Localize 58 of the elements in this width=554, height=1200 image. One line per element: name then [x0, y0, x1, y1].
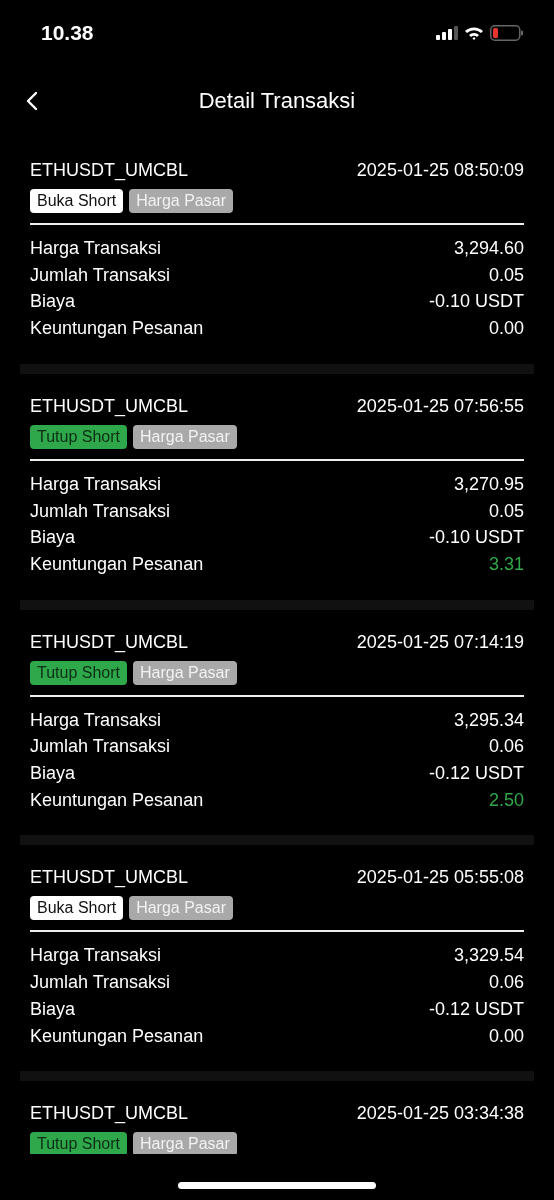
field-value: -0.12 USDT	[428, 762, 524, 786]
field-label: Biaya	[30, 997, 76, 1021]
symbol-label: ETHUSDT_UMCBL	[30, 395, 189, 417]
timestamp: 2025-01-25 05:55:08	[356, 867, 524, 889]
field-label: Keuntungan Pesanan	[30, 788, 204, 812]
field-value: -0.12 USDT	[428, 997, 524, 1021]
field-label: Jumlah Transaksi	[30, 735, 171, 759]
battery-icon	[490, 25, 524, 41]
field-value: 0.05	[488, 499, 524, 523]
page-title: Detail Transaksi	[198, 88, 356, 114]
order-type-tag: Harga Pasar	[133, 660, 237, 685]
order-type-tag: Harga Pasar	[133, 424, 237, 449]
field-label: Biaya	[30, 526, 76, 550]
symbol-label: ETHUSDT_UMCBL	[30, 160, 189, 181]
field-value: 3.31	[488, 552, 524, 576]
symbol-label: ETHUSDT_UMCBL	[30, 867, 189, 889]
status-time: 10.38	[41, 21, 94, 45]
field-label: Harga Transaksi	[30, 944, 162, 968]
field-value: 0.00	[488, 317, 524, 341]
side-tag: Tutup Short	[30, 1132, 127, 1154]
field-label: Biaya	[30, 290, 76, 314]
field-label: Keuntungan Pesanan	[30, 317, 204, 341]
field-label: Harga Transaksi	[30, 708, 162, 732]
field-label: Jumlah Transaksi	[30, 971, 171, 995]
wifi-icon	[464, 25, 484, 41]
side-tag: Buka Short	[30, 189, 124, 213]
timestamp: 2025-01-25 07:56:55	[356, 395, 524, 417]
timestamp: 2025-01-25 08:50:09	[356, 160, 524, 181]
field-value: 3,294.60	[453, 237, 524, 260]
side-tag: Tutup Short	[30, 424, 127, 449]
field-value: 0.05	[488, 263, 524, 287]
symbol-label: ETHUSDT_UMCBL	[30, 631, 189, 653]
field-label: Jumlah Transaksi	[30, 499, 171, 523]
field-value: 2.50	[488, 788, 524, 812]
field-label: Harga Transaksi	[30, 237, 162, 260]
field-value: 0.06	[488, 735, 524, 759]
field-value: -0.10 USDT	[428, 290, 524, 314]
field-value: 3,270.95	[453, 472, 524, 496]
field-label: Keuntungan Pesanan	[30, 552, 204, 576]
back-icon[interactable]	[26, 91, 38, 111]
timestamp: 2025-01-25 03:34:38	[356, 1103, 524, 1125]
field-value: 3,329.54	[453, 944, 524, 968]
order-type-tag: Harga Pasar	[133, 1132, 237, 1154]
field-label: Jumlah Transaksi	[30, 263, 171, 287]
field-label: Biaya	[30, 762, 76, 786]
field-value: -0.10 USDT	[428, 526, 524, 550]
field-value: 0.06	[488, 971, 524, 995]
field-value: 3,295.34	[453, 708, 524, 732]
timestamp: 2025-01-25 07:14:19	[356, 631, 524, 653]
order-type-tag: Harga Pasar	[129, 189, 233, 213]
side-tag: Buka Short	[30, 896, 124, 921]
side-tag: Tutup Short	[30, 660, 127, 685]
field-value: 0.00	[488, 1024, 524, 1048]
signal-icon	[436, 26, 458, 40]
order-type-tag: Harga Pasar	[129, 896, 233, 921]
symbol-label: ETHUSDT_UMCBL	[30, 1103, 189, 1125]
field-label: Harga Transaksi	[30, 472, 162, 496]
field-label: Keuntungan Pesanan	[30, 1024, 204, 1048]
